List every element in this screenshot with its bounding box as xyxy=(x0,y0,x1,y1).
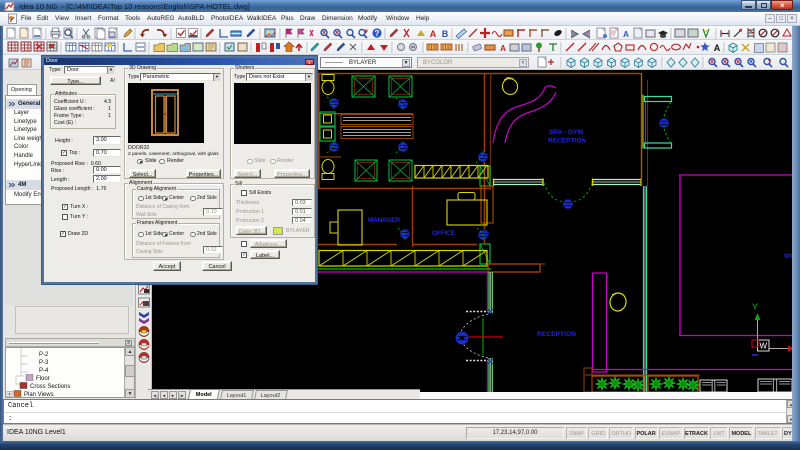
svg-text:W: W xyxy=(760,342,768,351)
svg-text:Floor: Floor xyxy=(36,376,50,382)
svg-text:P-2: P-2 xyxy=(39,352,49,358)
svg-text:P-3: P-3 xyxy=(39,360,49,366)
svg-text:Y: Y xyxy=(752,302,758,312)
svg-text:Plan Views: Plan Views xyxy=(24,392,54,398)
svg-text:RECEPTION: RECEPTION xyxy=(537,331,576,338)
svg-text:Cross Sections: Cross Sections xyxy=(30,384,70,390)
svg-text:OFFICE: OFFICE xyxy=(432,230,456,237)
svg-text:SPA - GYM: SPA - GYM xyxy=(549,129,583,136)
svg-text:MANAGER: MANAGER xyxy=(368,217,400,224)
svg-text:RECEPTION: RECEPTION xyxy=(548,138,586,145)
svg-text:P-4: P-4 xyxy=(39,368,49,374)
svg-text:WC: WC xyxy=(784,253,792,260)
